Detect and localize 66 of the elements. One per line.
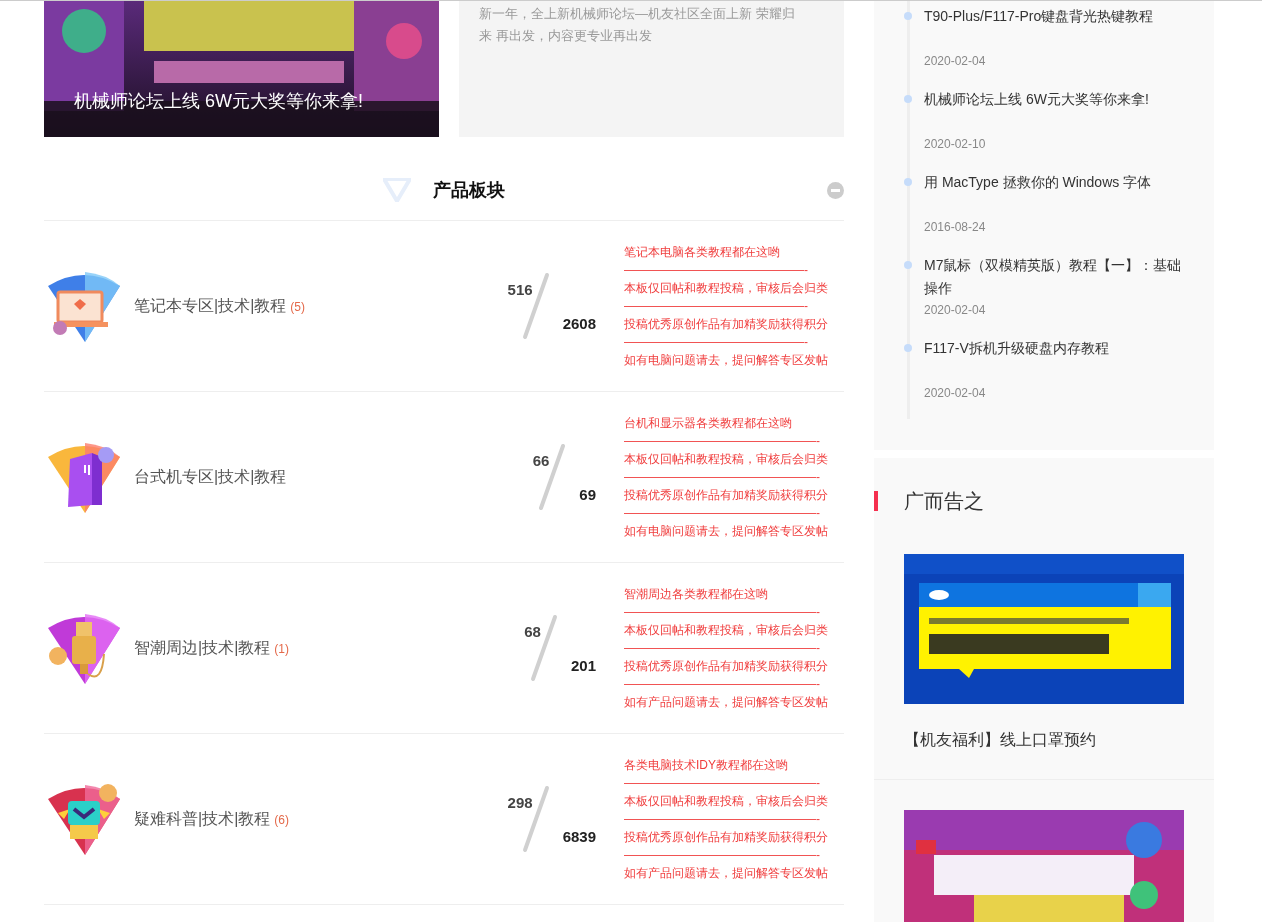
description-line: 各类电脑技术IDY教程都在这哟 — [624, 757, 789, 774]
thread-count: 68 — [524, 622, 541, 640]
article-date: 2020-02-04 — [924, 385, 987, 402]
description-line: ————————————————- — [624, 433, 821, 450]
post-count: 2608 — [562, 314, 596, 332]
article-link[interactable]: T90-Plus/F117-Pro键盘背光热键教程 — [924, 5, 1194, 51]
article-date: 2020-02-10 — [924, 136, 987, 153]
post-count: 6839 — [562, 827, 596, 845]
section-title: 广而告之 — [904, 488, 984, 514]
description-line: ———————————————- — [624, 262, 809, 279]
description-line: 本板仅回帖和教程投稿，审核后会归类 — [624, 280, 829, 297]
description-line: ————————————————- — [624, 811, 821, 828]
heading-accent-bar — [874, 491, 878, 511]
description-line: 本板仅回帖和教程投稿，审核后会归类 — [624, 622, 829, 639]
minus-icon — [831, 186, 840, 195]
description-line: 如有电脑问题请去，提问解答专区发帖 — [624, 523, 829, 540]
description-line: ————————————————- — [624, 640, 821, 657]
new-post-count: (6) — [274, 812, 289, 827]
ad-caption-link[interactable]: 【机友福利】线上口罩预约 — [904, 730, 1184, 751]
article-link[interactable]: F117-V拆机升级硬盘内存教程 — [924, 337, 1194, 383]
thread-count: 66 — [532, 451, 550, 469]
forum-link[interactable]: 疑难科普|技术|教程 — [134, 808, 271, 830]
description-line: 如有产品问题请去，提问解答专区发帖 — [624, 694, 829, 711]
collapse-button[interactable] — [827, 182, 844, 199]
description-line: 投稿优秀原创作品有加精奖励获得积分 — [624, 316, 829, 333]
description-line: ————————————————- — [624, 676, 821, 693]
description-line: 本板仅回帖和教程投稿，审核后会归类 — [624, 793, 829, 810]
timeline-dot — [904, 12, 912, 20]
description-line: 本板仅回帖和教程投稿，审核后会归类 — [624, 451, 829, 468]
description-line: ————————————————- — [624, 604, 821, 621]
timeline-dot — [904, 95, 912, 103]
description-line: 智潮周边各类教程都在这哟 — [624, 586, 769, 603]
forum-link[interactable]: 笔记本专区|技术|教程 — [134, 295, 287, 317]
post-count: 69 — [579, 485, 596, 503]
description-line: 台机和显示器各类教程都在这哟 — [624, 415, 793, 432]
triangle-icon — [383, 178, 411, 202]
description-line: 投稿优秀原创作品有加精奖励获得积分 — [624, 658, 829, 675]
forum-link[interactable]: 台式机专区|技术|教程 — [134, 466, 287, 488]
description-line: 如有产品问题请去，提问解答专区发帖 — [624, 865, 829, 882]
thread-count: 516 — [507, 280, 533, 298]
description-line: 如有电脑问题请去，提问解答专区发帖 — [624, 352, 829, 369]
article-link[interactable]: 机械师论坛上线 6W元大奖等你来拿! — [924, 88, 1194, 134]
thread-count: 298 — [507, 793, 533, 811]
section-title: 产品板块 — [433, 179, 505, 202]
description-line: ————————————————- — [624, 847, 821, 864]
article-date: 2016-08-24 — [924, 219, 987, 236]
timeline-dot — [904, 178, 912, 186]
description-line: 笔记本电脑各类教程都在这哟 — [624, 244, 781, 261]
timeline-dot — [904, 261, 912, 269]
description-line: ———————————————- — [624, 334, 809, 351]
post-count: 201 — [570, 656, 596, 674]
description-line: ————————————————- — [624, 775, 821, 792]
new-post-count: (5) — [290, 299, 305, 314]
description-line: 投稿优秀原创作品有加精奖励获得积分 — [624, 487, 829, 504]
new-post-count: (1) — [274, 641, 289, 656]
article-link[interactable]: 用 MacType 拯救你的 Windows 字体 — [924, 171, 1194, 217]
banner-caption[interactable]: 机械师论坛上线 6W元大奖等你来拿! — [74, 89, 363, 113]
forum-link[interactable]: 智潮周边|技术|教程 — [134, 637, 271, 659]
description-line: ————————————————- — [624, 505, 821, 522]
description-line: ————————————————- — [624, 469, 821, 486]
article-date: 2020-02-04 — [924, 302, 987, 319]
article-link[interactable]: M7鼠标（双模精英版）教程【一】：基础操作 — [924, 254, 1194, 300]
timeline-dot — [904, 344, 912, 352]
description-line: ———————————————- — [624, 298, 809, 315]
article-date: 2020-02-04 — [924, 53, 987, 70]
description-line: 投稿优秀原创作品有加精奖励获得积分 — [624, 829, 829, 846]
